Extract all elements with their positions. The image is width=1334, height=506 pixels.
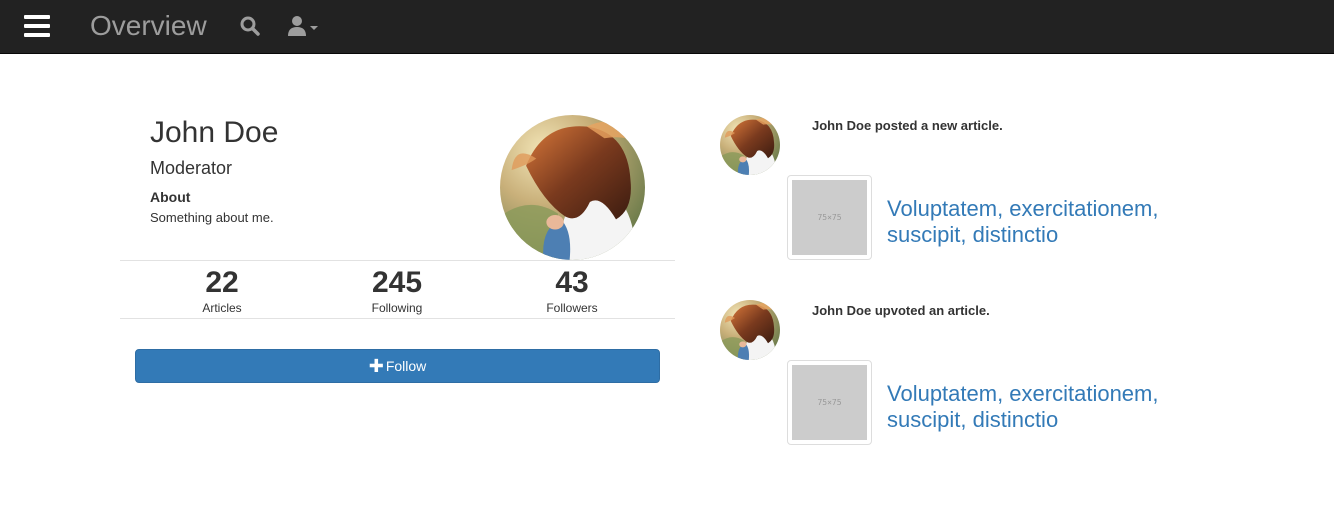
top-navbar: Overview bbox=[0, 0, 1334, 54]
plus-icon: ✚ bbox=[368, 356, 384, 376]
thumbnail-placeholder: 75×75 bbox=[792, 365, 867, 440]
user-menu-button[interactable] bbox=[288, 14, 322, 38]
stat-label: Articles bbox=[202, 301, 242, 315]
stat-value: 43 bbox=[555, 266, 589, 299]
about-heading: About bbox=[150, 189, 191, 205]
feed-activity-text: John Doe posted a new article. bbox=[812, 118, 1003, 133]
profile-name: John Doe bbox=[150, 116, 279, 149]
stat-following[interactable]: 245 Following bbox=[337, 261, 457, 315]
stat-label: Followers bbox=[546, 301, 598, 315]
user-icon bbox=[288, 16, 306, 36]
page-title: Overview bbox=[90, 10, 207, 41]
follow-label: Follow bbox=[385, 358, 427, 374]
caret-down-icon bbox=[310, 26, 318, 30]
article-link[interactable]: Voluptatem, exercitationem, suscipit, di… bbox=[887, 196, 1217, 248]
stat-followers[interactable]: 43 Followers bbox=[512, 261, 632, 315]
menu-icon[interactable] bbox=[24, 15, 50, 37]
article-link[interactable]: Voluptatem, exercitationem, suscipit, di… bbox=[887, 381, 1217, 433]
search-icon[interactable] bbox=[240, 16, 260, 36]
feed-avatar[interactable] bbox=[720, 115, 780, 175]
about-text: Something about me. bbox=[150, 210, 274, 225]
article-thumbnail[interactable]: 75×75 bbox=[787, 175, 872, 260]
profile-avatar bbox=[500, 115, 645, 260]
profile-role: Moderator bbox=[150, 158, 233, 178]
stat-articles[interactable]: 22 Articles bbox=[162, 261, 282, 315]
stat-value: 22 bbox=[205, 266, 239, 299]
thumbnail-placeholder: 75×75 bbox=[792, 180, 867, 255]
stat-value: 245 bbox=[371, 266, 423, 299]
feed-avatar[interactable] bbox=[720, 300, 780, 360]
stat-label: Following bbox=[371, 301, 423, 315]
profile-stats: 22 Articles 245 Following 43 Followers bbox=[120, 260, 675, 319]
feed-activity-text: John Doe upvoted an article. bbox=[812, 303, 990, 318]
follow-button[interactable]: ✚ Follow bbox=[135, 349, 660, 383]
article-thumbnail[interactable]: 75×75 bbox=[787, 360, 872, 445]
